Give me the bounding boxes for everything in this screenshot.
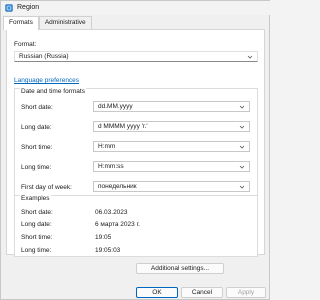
example-short-time-value: 19:05: [95, 234, 112, 241]
chevron-down-icon: [247, 54, 253, 60]
long-date-select[interactable]: d MMMM yyyy 'г.': [93, 121, 250, 132]
example-long-date-value: 6 марта 2023 г.: [95, 221, 140, 228]
long-time-label: Long time:: [21, 164, 52, 171]
tab-administrative[interactable]: Administrative: [38, 16, 92, 29]
chevron-down-icon: [239, 164, 245, 170]
format-select[interactable]: Russian (Russia): [14, 51, 258, 62]
chevron-down-icon: [239, 144, 245, 150]
format-label: Format:: [14, 41, 37, 48]
chevron-down-icon: [239, 104, 245, 110]
example-short-date-label: Short date:: [21, 209, 53, 216]
tab-formats[interactable]: Formats: [3, 16, 39, 30]
examples-title: Examples: [20, 195, 51, 202]
date-time-formats-group: Date and time formats Short date: dd.MM.…: [14, 88, 258, 209]
example-short-time-label: Short time:: [21, 234, 53, 241]
additional-settings-button[interactable]: Additional settings...: [136, 263, 224, 274]
region-globe-icon: [5, 4, 13, 12]
short-time-select[interactable]: H:mm: [93, 141, 250, 152]
long-date-value: d MMMM yyyy 'г.': [98, 123, 148, 130]
formats-panel: Format: Russian (Russia) Language prefer…: [6, 29, 265, 257]
first-day-of-week-label: First day of week:: [21, 184, 72, 191]
date-time-formats-title: Date and time formats: [20, 88, 86, 95]
example-short-date-value: 06.03.2023: [95, 209, 128, 216]
short-time-value: H:mm: [98, 143, 116, 150]
ok-button[interactable]: OK: [136, 287, 178, 298]
short-time-label: Short time:: [21, 144, 53, 151]
region-window: Region Formats Administrative Format: Ru…: [0, 0, 271, 300]
short-date-value: dd.MM.yyyy: [98, 103, 133, 110]
title-bar: Region: [1, 1, 271, 15]
long-time-value: H:mm:ss: [98, 163, 124, 170]
language-preferences-link[interactable]: Language preferences: [14, 77, 79, 84]
short-date-label: Short date:: [21, 104, 53, 111]
apply-button[interactable]: Apply: [226, 287, 266, 298]
chevron-down-icon: [239, 184, 245, 190]
example-long-time-label: Long time:: [21, 247, 52, 254]
tab-strip: Formats Administrative: [3, 16, 92, 30]
long-date-label: Long date:: [21, 124, 52, 131]
short-date-select[interactable]: dd.MM.yyyy: [93, 101, 250, 112]
long-time-select[interactable]: H:mm:ss: [93, 161, 250, 172]
example-long-date-label: Long date:: [21, 221, 52, 228]
examples-group: Examples Short date: 06.03.2023 Long dat…: [14, 195, 258, 257]
example-long-time-value: 19:05:03: [95, 247, 121, 254]
first-day-of-week-select[interactable]: понедельник: [93, 181, 250, 192]
first-day-of-week-value: понедельник: [98, 183, 137, 190]
cancel-button[interactable]: Cancel: [181, 287, 223, 298]
format-value: Russian (Russia): [19, 53, 69, 60]
chevron-down-icon: [239, 124, 245, 130]
window-title: Region: [17, 4, 40, 11]
